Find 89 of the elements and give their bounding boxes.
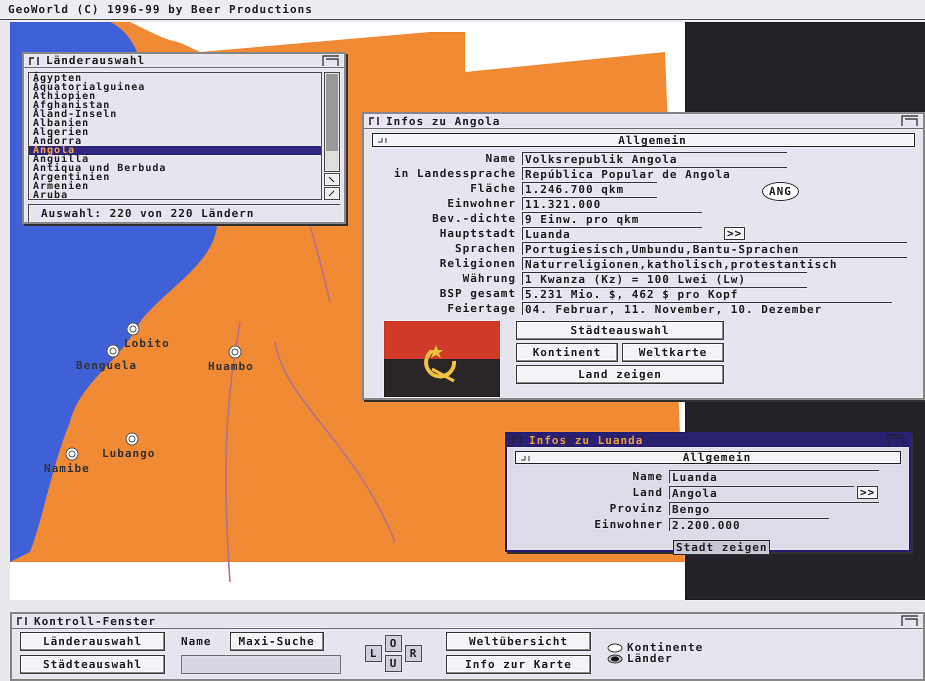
field-value: 11.321.000 [522, 197, 657, 210]
field-value: Bengo [669, 502, 879, 515]
window-title: Kontroll-Fenster [34, 616, 157, 626]
field-value: 1 Kwanza (Kz) = 100 Lwei (Lw) [522, 272, 807, 285]
window-title: Infos zu Luanda [529, 434, 644, 446]
country-list-item[interactable]: Anguilla [29, 155, 321, 164]
radio-label: Länder [627, 653, 673, 664]
field-value: Portugiesisch,Umbundu,Bantu-Sprachen [522, 242, 907, 255]
field-label: in Landessprache [393, 168, 517, 179]
depth-gadget-icon[interactable] [322, 54, 340, 66]
field-label: Fläche [469, 183, 517, 194]
country-list-item[interactable]: Aruba [29, 191, 321, 200]
field-value: 04. Februar, 11. November, 10. Dezember [522, 302, 892, 315]
field-label: Feiertage [446, 303, 517, 314]
city-label: Huambo [208, 361, 254, 372]
gadget-button[interactable]: Maxi-Suche [230, 632, 324, 651]
gadget-button[interactable]: Länderauswahl [20, 632, 165, 651]
go-to-country-button[interactable]: >> [857, 486, 878, 499]
field-label: Einwohner [593, 519, 664, 530]
gadget-button[interactable]: Weltübersicht [446, 632, 591, 651]
field-label: Währung [462, 273, 517, 284]
field-value: Volksrepublik Angola [522, 152, 787, 165]
scroll-up-icon[interactable] [324, 187, 340, 200]
show-city-button[interactable]: Stadt zeigen [673, 540, 770, 555]
country-list-item[interactable]: Angola [29, 146, 321, 155]
close-gadget-icon[interactable] [28, 56, 42, 66]
country-list-item[interactable]: Argentinien [29, 173, 321, 182]
field-value: Luanda [669, 470, 879, 483]
field-label: Land [632, 487, 664, 498]
direction-button[interactable]: U [385, 654, 402, 672]
field-value: República Popular de Angola [522, 167, 787, 180]
gadget-button[interactable]: Info zur Karte [446, 655, 591, 674]
gadget-button[interactable]: Land zeigen [516, 365, 724, 384]
field-value: 9 Einw. pro qkm [522, 212, 702, 225]
field-value: Naturreligionen,katholisch,protestantisch [522, 257, 907, 270]
radio-button-icon[interactable] [607, 654, 623, 664]
field-value: 2.200.000 [669, 518, 829, 531]
field-label: Name [484, 153, 517, 164]
field-label: Hauptstadt [438, 228, 517, 239]
country-list-item[interactable]: Afghanistan [29, 101, 321, 110]
field-value: Angola [669, 486, 854, 499]
scroll-down-icon[interactable] [324, 173, 340, 186]
section-cycle-field[interactable]: Allgemein [372, 133, 915, 147]
section-label: Allgemein [682, 452, 752, 463]
field-label: Sprachen [454, 243, 517, 254]
direction-button[interactable]: O [385, 634, 402, 652]
name-label: Name [181, 636, 212, 647]
gadget-button[interactable]: Städteauswahl [516, 321, 724, 340]
field-value: Luanda [522, 227, 702, 240]
country-list-item[interactable]: Algerien [29, 128, 321, 137]
city-label: Lobito [124, 338, 170, 349]
field-label: Provinz [608, 503, 664, 514]
direction-button[interactable]: R [405, 644, 422, 662]
window-title: Infos zu Angola [386, 116, 502, 126]
gadget-button[interactable]: Weltkarte [622, 343, 724, 362]
name-input-field[interactable] [181, 655, 341, 674]
country-list-item[interactable]: Albanien [29, 119, 321, 128]
section-label: Allgemein [617, 134, 688, 146]
status-field: Auswahl: 220 von 220 Ländern [28, 204, 340, 222]
field-label: Bev.-dichte [431, 213, 517, 224]
gadget-button[interactable]: Städteauswahl [20, 655, 165, 674]
country-list-item[interactable]: Andorra [29, 137, 321, 146]
country-list-item[interactable]: Armenien [29, 182, 321, 191]
country-list-item[interactable]: Äquatorialguinea [29, 83, 321, 92]
close-gadget-icon[interactable] [368, 116, 382, 126]
field-label: Einwohner [446, 198, 517, 209]
go-to-capital-button[interactable]: >> [724, 227, 746, 240]
country-list-item[interactable]: Äthiopien [29, 92, 321, 101]
field-label: Name [632, 471, 664, 482]
radio-label: Kontinente [627, 642, 704, 653]
gadget-button[interactable]: Kontinent [516, 343, 618, 362]
screen-title: GeoWorld (C) 1996-99 by Beer Productions [8, 4, 313, 15]
scrollbar[interactable] [324, 72, 340, 172]
window-title: Länderauswahl [46, 55, 146, 66]
field-value: 5.231 Mio. $, 462 $ pro Kopf [522, 287, 807, 300]
section-cycle-field[interactable]: Allgemein [515, 451, 901, 464]
country-list-item[interactable]: Ägypten [29, 74, 321, 83]
field-label: BSP gesamt [438, 288, 517, 299]
city-label: Lubango [102, 448, 156, 459]
depth-gadget-icon[interactable] [901, 615, 919, 627]
country-code-badge: ANG [762, 182, 799, 201]
field-label: Religionen [438, 258, 517, 269]
country-list-item[interactable]: Åland-Inseln [29, 110, 321, 119]
close-gadget-icon[interactable] [16, 616, 30, 626]
radio-button-icon[interactable] [607, 642, 623, 652]
country-list-item[interactable]: Antiqua und Berbuda [29, 164, 321, 173]
direction-button[interactable]: L [365, 644, 382, 662]
field-value: 1.246.700 qkm [522, 182, 657, 195]
depth-gadget-icon[interactable] [901, 115, 919, 127]
